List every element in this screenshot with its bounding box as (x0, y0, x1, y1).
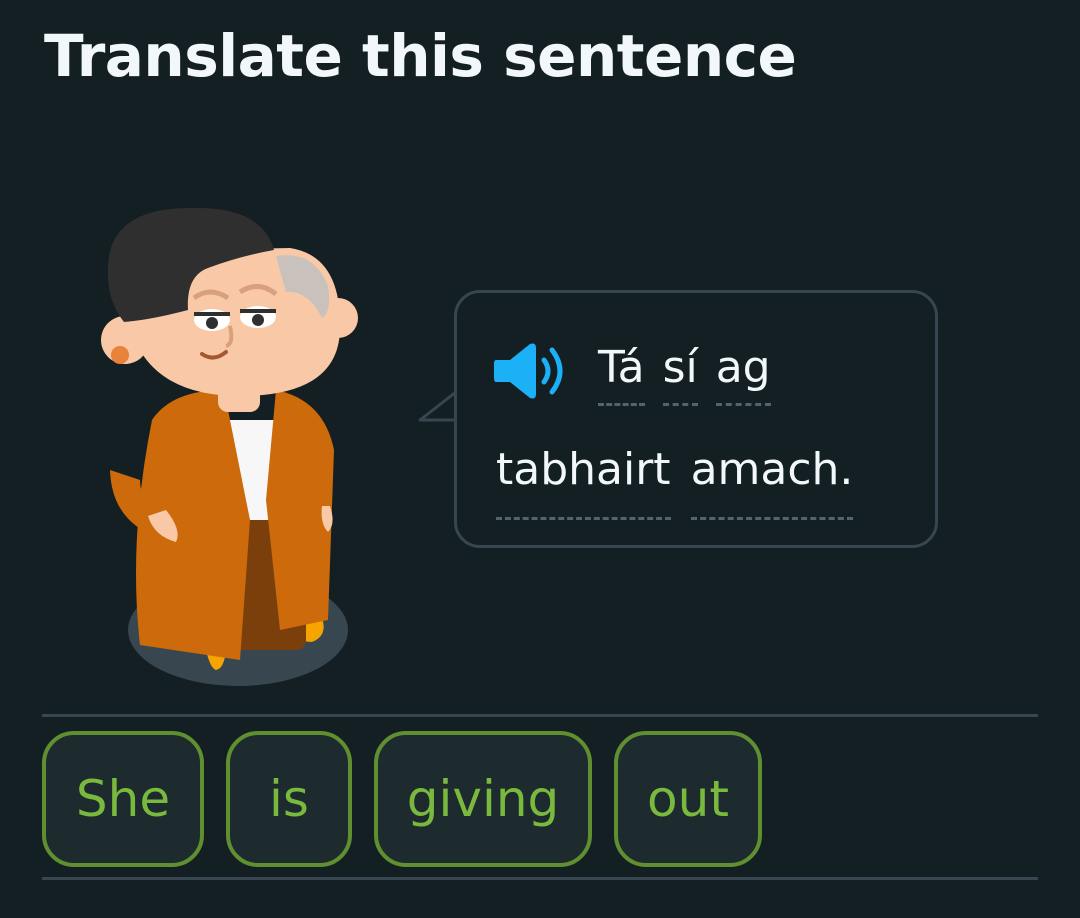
prompt-word[interactable]: ag (715, 338, 771, 406)
answer-line-bottom (42, 877, 1038, 880)
prompt-line-2: tabhairt amach. (496, 440, 873, 520)
page-title: Translate this sentence (44, 22, 797, 90)
prompt-line-1: Tá sí ag (492, 338, 789, 410)
answer-area: She is giving out (42, 731, 784, 867)
answer-line-top (42, 714, 1038, 717)
speaker-icon[interactable] (492, 338, 576, 404)
word-chip-out[interactable]: out (614, 731, 762, 867)
character-illustration (101, 207, 358, 686)
word-chip-is[interactable]: is (226, 731, 352, 867)
word-chip-giving[interactable]: giving (374, 731, 592, 867)
word-chip-she[interactable]: She (42, 731, 204, 867)
speech-bubble-tail (418, 390, 458, 422)
prompt-word[interactable]: Tá (598, 338, 645, 406)
prompt-word[interactable]: amach. (690, 440, 853, 520)
prompt-word[interactable]: tabhairt (496, 440, 671, 520)
prompt-word[interactable]: sí (662, 338, 698, 406)
